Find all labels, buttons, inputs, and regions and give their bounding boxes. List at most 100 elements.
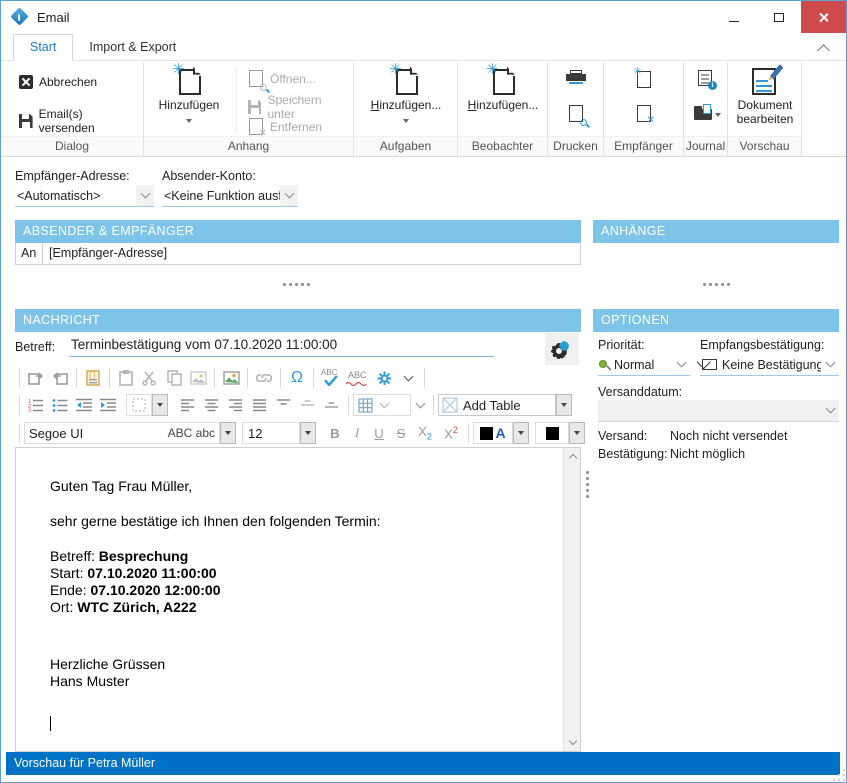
underline-button[interactable]: U <box>368 426 390 441</box>
minimize-button[interactable] <box>711 1 756 33</box>
copy-button[interactable] <box>162 367 186 389</box>
align-center-button[interactable] <box>200 394 224 416</box>
sender-account-select[interactable]: <Keine Funktion ausfül <box>162 185 298 207</box>
section-sender-recipient: ABSENDER & EMPFÄNGER <box>15 220 581 243</box>
maximize-button[interactable] <box>756 1 801 33</box>
send-date-select[interactable] <box>598 400 839 422</box>
align-middle-button[interactable] <box>296 394 320 416</box>
special-character-button[interactable]: Ω <box>285 367 309 389</box>
group-label-journal: Journal <box>684 136 727 156</box>
attachment-open-button[interactable]: Öffnen... <box>244 66 320 91</box>
export-document-button[interactable] <box>24 367 48 389</box>
border-style-dropdown[interactable] <box>152 394 168 416</box>
send-emails-button[interactable]: Email(s) versenden <box>15 104 143 138</box>
journal-info-button[interactable]: i <box>697 69 713 87</box>
group-label-dialog: Dialog <box>1 136 143 156</box>
splitter-handle[interactable] <box>283 283 310 286</box>
font-name-select[interactable]: Segoe UI ABC abc <box>24 422 220 444</box>
document-add-icon: ✳ <box>490 66 516 96</box>
recipient-add-button[interactable]: ✳ <box>636 70 652 89</box>
journal-folder-button[interactable] <box>694 106 721 120</box>
close-button[interactable] <box>801 1 846 33</box>
edit-document-button[interactable]: Dokument bearbeiten <box>724 66 806 126</box>
collapse-ribbon-button[interactable] <box>818 45 832 54</box>
group-label-aufgaben: Aufgaben <box>354 136 457 156</box>
add-table-dropdown[interactable] <box>556 394 572 416</box>
print-button[interactable] <box>566 70 586 86</box>
tab-start[interactable]: Start <box>13 34 73 61</box>
import-document-button[interactable] <box>48 367 72 389</box>
decrease-indent-button[interactable] <box>72 394 96 416</box>
insert-image-button[interactable] <box>219 367 243 389</box>
border-style-box[interactable] <box>126 394 152 416</box>
titlebar: Email <box>1 1 846 33</box>
cut-button[interactable] <box>138 367 162 389</box>
font-size-dropdown[interactable] <box>300 422 316 444</box>
spellcheck-as-type-button[interactable]: ABC <box>344 367 372 389</box>
send-state-row: Versand: Noch nicht versendet <box>598 429 787 443</box>
priority-select[interactable]: Normal <box>598 354 690 376</box>
font-size-select[interactable]: 12 <box>242 422 300 444</box>
bold-button[interactable]: B <box>324 426 346 441</box>
subscript-button[interactable]: X2 <box>412 424 438 442</box>
highlight-color-dropdown[interactable] <box>569 422 585 444</box>
receipt-select[interactable]: Keine Bestätigung <box>700 354 839 376</box>
spellcheck-button[interactable]: ABC <box>318 367 344 389</box>
group-label-drucken: Drucken <box>548 136 603 156</box>
template-button[interactable]: { } <box>81 367 105 389</box>
table-grid-dropdown[interactable] <box>411 394 429 416</box>
cancel-button[interactable]: Abbrechen <box>15 72 101 92</box>
align-right-button[interactable] <box>224 394 248 416</box>
paste-button[interactable] <box>114 367 138 389</box>
section-attachments: ANHÄNGE <box>593 220 839 243</box>
minimize-icon <box>729 21 739 22</box>
strikethrough-button[interactable]: S <box>390 426 412 441</box>
highlight-color-button[interactable] <box>535 422 569 444</box>
scroll-down-icon[interactable] <box>564 734 581 751</box>
scroll-up-icon[interactable] <box>564 448 581 465</box>
subject-input[interactable]: Terminbestätigung vom 07.10.2020 11:00:0… <box>69 335 494 357</box>
print-preview-button[interactable] <box>568 104 584 123</box>
font-color-button[interactable]: A <box>473 422 513 444</box>
message-settings-button[interactable] <box>545 333 579 365</box>
dropdown-arrow-icon <box>403 119 409 123</box>
settings-dropdown-button[interactable] <box>396 367 420 389</box>
font-color-dropdown[interactable] <box>513 422 529 444</box>
vertical-splitter-handle[interactable] <box>586 471 589 498</box>
align-bottom-button[interactable] <box>320 394 344 416</box>
italic-button[interactable]: I <box>346 425 368 441</box>
resize-grip[interactable] <box>833 769 845 781</box>
priority-label: Priorität: <box>598 338 645 352</box>
task-add-button[interactable]: ✳ Hinzufügen... <box>365 66 447 126</box>
group-label-vorschau: Vorschau <box>728 136 801 156</box>
recipient-remove-button[interactable]: ✕ <box>636 104 652 123</box>
closing-line: Herzliche Grüssen <box>50 656 554 673</box>
text-caret <box>50 716 51 731</box>
hyperlink-button[interactable] <box>252 367 276 389</box>
to-field[interactable]: [Empfänger-Adresse] <box>42 243 581 265</box>
attachment-add-button[interactable]: ✳ Hinzufügen <box>148 66 230 126</box>
justify-button[interactable] <box>248 394 272 416</box>
message-body-editor[interactable]: Guten Tag Frau Müller, sehr gerne bestät… <box>15 447 581 752</box>
table-grid-select[interactable] <box>353 394 411 416</box>
chevron-down-icon <box>280 185 298 206</box>
add-table-select[interactable]: Add Table <box>438 394 556 416</box>
editor-scrollbar[interactable] <box>563 448 580 751</box>
increase-indent-button[interactable] <box>96 394 120 416</box>
insert-image-inline-button[interactable] <box>186 367 210 389</box>
svg-text:{ }: { } <box>89 372 96 379</box>
editor-settings-button[interactable] <box>372 367 396 389</box>
superscript-button[interactable]: X2 <box>438 425 464 441</box>
recipient-address-select[interactable]: <Automatisch> <box>15 185 154 207</box>
bulleted-list-button[interactable] <box>48 394 72 416</box>
chevron-down-icon <box>821 400 839 421</box>
align-top-button[interactable] <box>272 394 296 416</box>
confirmation-row: Bestätigung: Nicht möglich <box>598 447 745 461</box>
font-name-dropdown[interactable] <box>220 422 236 444</box>
splitter-handle[interactable] <box>703 283 730 286</box>
greeting-line: Guten Tag Frau Müller, <box>50 478 554 495</box>
align-left-button[interactable] <box>176 394 200 416</box>
observer-add-button[interactable]: ✳ Hinzufügen... <box>462 66 544 112</box>
tab-import-export[interactable]: Import & Export <box>73 35 192 60</box>
numbered-list-button[interactable]: 123 <box>24 394 48 416</box>
